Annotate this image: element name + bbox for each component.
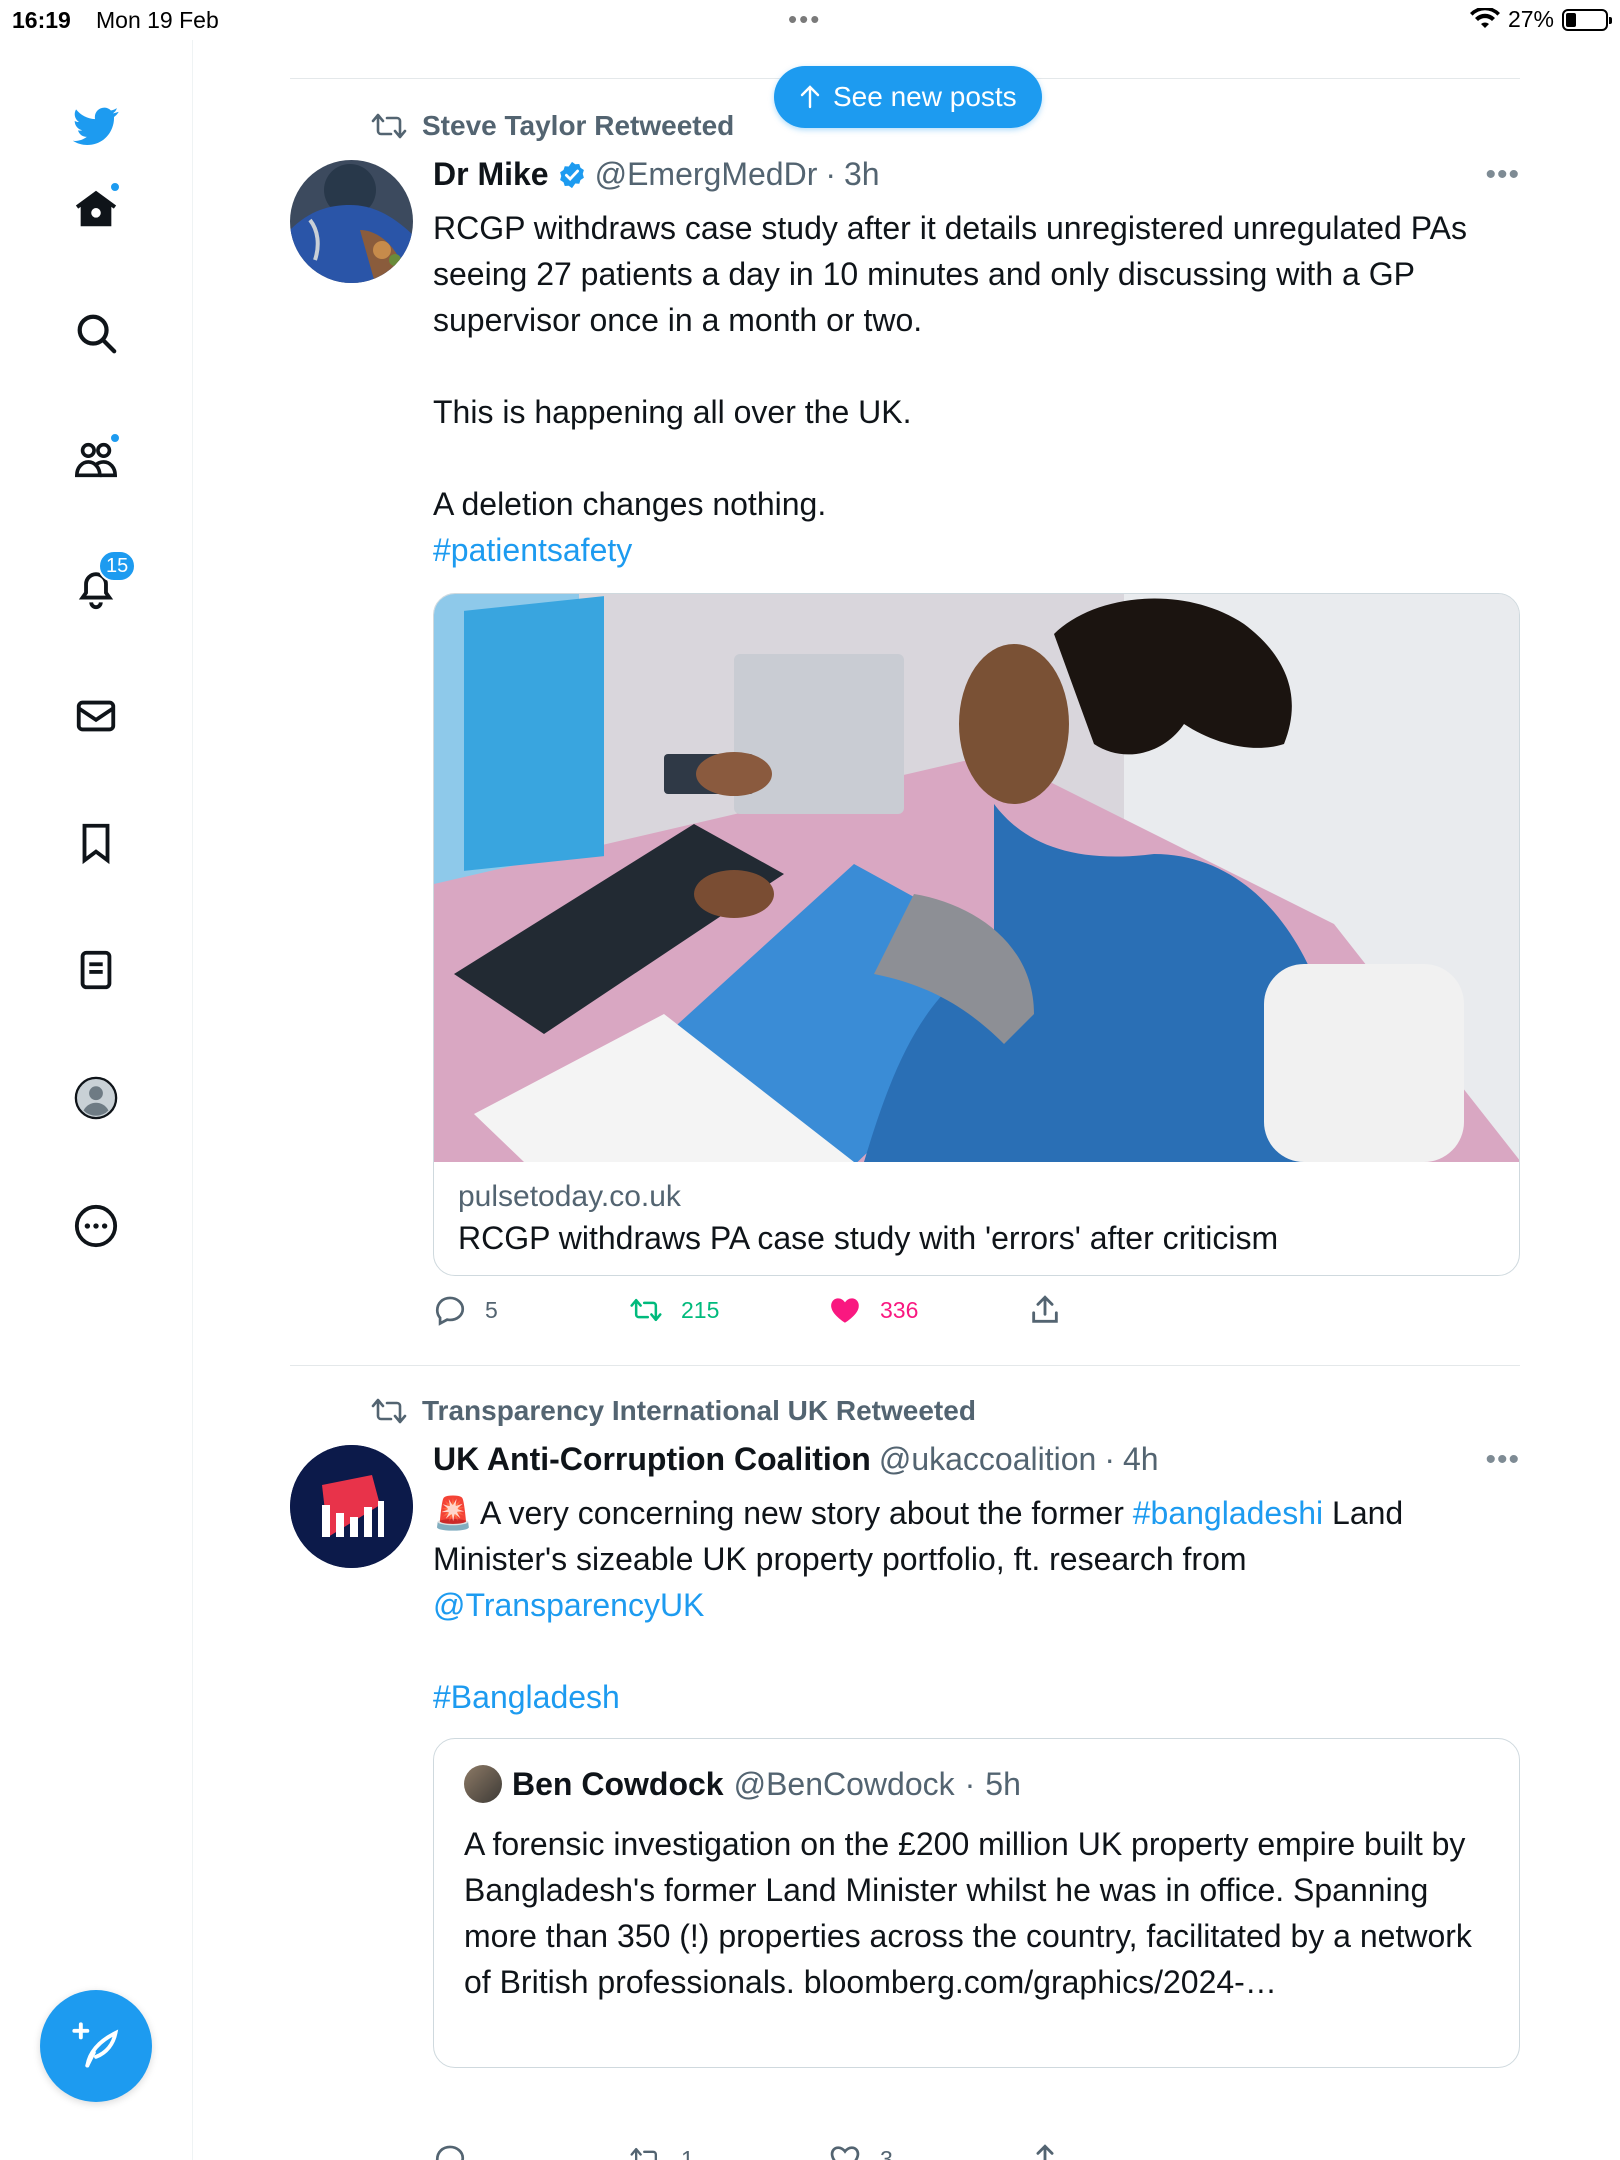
- retweet-button[interactable]: 215: [629, 1293, 719, 1327]
- retweet-icon: [371, 1398, 407, 1424]
- author-handle[interactable]: @ukaccoalition: [879, 1441, 1096, 1478]
- quoted-tweet-text: A forensic investigation on the £200 mil…: [464, 1826, 1472, 2000]
- reply-button[interactable]: 5: [433, 1293, 498, 1327]
- tweet-text-line: [433, 435, 1523, 481]
- lists-icon[interactable]: [60, 934, 132, 1006]
- verified-badge-icon: [559, 161, 584, 188]
- quoted-author-avatar[interactable]: [464, 1765, 502, 1803]
- tweet-text: RCGP withdraws case study after it detai…: [433, 205, 1523, 573]
- link-card-title: RCGP withdraws PA case study with 'error…: [458, 1220, 1279, 1256]
- tweet-actions: 5 215 336: [433, 1293, 1133, 1337]
- notifications-count-badge: 15: [98, 550, 137, 582]
- retweet-count: 215: [681, 1296, 720, 1323]
- tweet-text-line: This is happening all over the UK.: [433, 394, 912, 430]
- quoted-author-handle[interactable]: @BenCowdock: [734, 1766, 955, 1803]
- tweet-text-line: A deletion changes nothing.: [433, 486, 827, 522]
- tweet-text-line: [433, 343, 1523, 389]
- author-name[interactable]: UK Anti-Corruption Coalition: [433, 1441, 871, 1478]
- tweet[interactable]: Transparency International UK Retweeted …: [290, 1385, 1520, 2160]
- avatar[interactable]: [290, 160, 413, 283]
- reply-button[interactable]: [433, 2142, 485, 2160]
- separator: ·: [1104, 1441, 1115, 1477]
- hashtag-link[interactable]: #patientsafety: [433, 527, 1523, 573]
- notifications-icon[interactable]: 15: [60, 550, 137, 624]
- search-icon[interactable]: [60, 297, 132, 369]
- tweet-text-line: RCGP withdraws case study after it detai…: [433, 210, 1467, 338]
- like-count: 336: [880, 1296, 919, 1323]
- tweet-time[interactable]: 3h: [844, 156, 880, 193]
- retweet-count: 1: [681, 2145, 694, 2160]
- home-icon[interactable]: [60, 173, 132, 245]
- share-button[interactable]: [1028, 2142, 1062, 2160]
- link-card[interactable]: pulsetoday.co.uk RCGP withdraws PA case …: [433, 593, 1520, 1276]
- reply-count: 5: [485, 1296, 498, 1323]
- bookmarks-icon[interactable]: [60, 807, 132, 879]
- profile-icon[interactable]: [60, 1062, 132, 1134]
- quoted-author-name[interactable]: Ben Cowdock: [512, 1766, 724, 1803]
- share-button[interactable]: [1028, 1293, 1062, 1327]
- tweet-text-part: A very concerning new story about the fo…: [472, 1495, 1133, 1531]
- reply-icon: [435, 2145, 465, 2160]
- sidebar: 15: [0, 40, 193, 2160]
- retweet-button[interactable]: 1: [629, 2142, 694, 2160]
- messages-icon[interactable]: [60, 680, 132, 752]
- share-icon: [1036, 2144, 1054, 2160]
- more-options-icon[interactable]: •••: [1485, 1443, 1520, 1477]
- author-handle[interactable]: @EmergMedDr: [595, 156, 818, 193]
- separator: ·: [964, 1765, 976, 1802]
- quoted-tweet[interactable]: Ben Cowdock @BenCowdock · 5h A forensic …: [433, 1738, 1520, 2068]
- compose-button[interactable]: [40, 1990, 152, 2102]
- retweeted-by-label: Transparency International UK Retweeted: [422, 1395, 976, 1426]
- heart-icon: [830, 2146, 860, 2160]
- mention-link[interactable]: @TransparencyUK: [433, 1582, 1523, 1628]
- more-icon[interactable]: [60, 1190, 132, 1262]
- link-card-image: [434, 594, 1519, 1194]
- tweet-time[interactable]: 4h: [1123, 1441, 1159, 1478]
- tweet-actions: 1 3: [433, 2142, 1133, 2160]
- hashtag-link[interactable]: #bangladeshi: [1133, 1495, 1323, 1531]
- avatar[interactable]: [290, 1445, 413, 1568]
- like-button[interactable]: 3: [828, 2142, 893, 2160]
- reply-icon: [435, 1296, 465, 1326]
- heart-icon: [831, 1298, 859, 1323]
- link-card-domain: pulsetoday.co.uk: [458, 1180, 681, 1213]
- hashtag-link[interactable]: #Bangladesh: [433, 1674, 1523, 1720]
- like-button[interactable]: 336: [828, 1293, 918, 1327]
- communities-icon[interactable]: [60, 424, 132, 496]
- more-options-icon[interactable]: •••: [1485, 158, 1520, 192]
- tweet[interactable]: Steve Taylor Retweeted Dr Mike @EmergMed…: [290, 100, 1520, 1362]
- author-name[interactable]: Dr Mike: [433, 156, 549, 193]
- retweet-icon: [630, 2147, 658, 2160]
- siren-emoji-icon: 🚨: [433, 1495, 473, 1531]
- tweet-text: 🚨 A very concerning new story about the …: [433, 1490, 1523, 1720]
- compose-icon: [72, 2022, 119, 2068]
- retweeted-by-label: Steve Taylor Retweeted: [422, 110, 735, 141]
- divider: [290, 1365, 1520, 1366]
- retweet-icon: [371, 113, 407, 139]
- home-notification-dot: [109, 181, 121, 193]
- like-count: 3: [880, 2145, 893, 2160]
- timeline: See new posts Steve Taylor Retweeted Dr …: [193, 0, 1620, 2160]
- share-icon: [1032, 1295, 1058, 1323]
- twitter-logo-icon[interactable]: [60, 90, 132, 162]
- communities-notification-dot: [109, 432, 121, 444]
- status-time: 16:19: [12, 7, 71, 33]
- quoted-tweet-time: 5h: [985, 1765, 1021, 1802]
- separator: ·: [825, 156, 836, 192]
- retweet-icon: [630, 1298, 662, 1322]
